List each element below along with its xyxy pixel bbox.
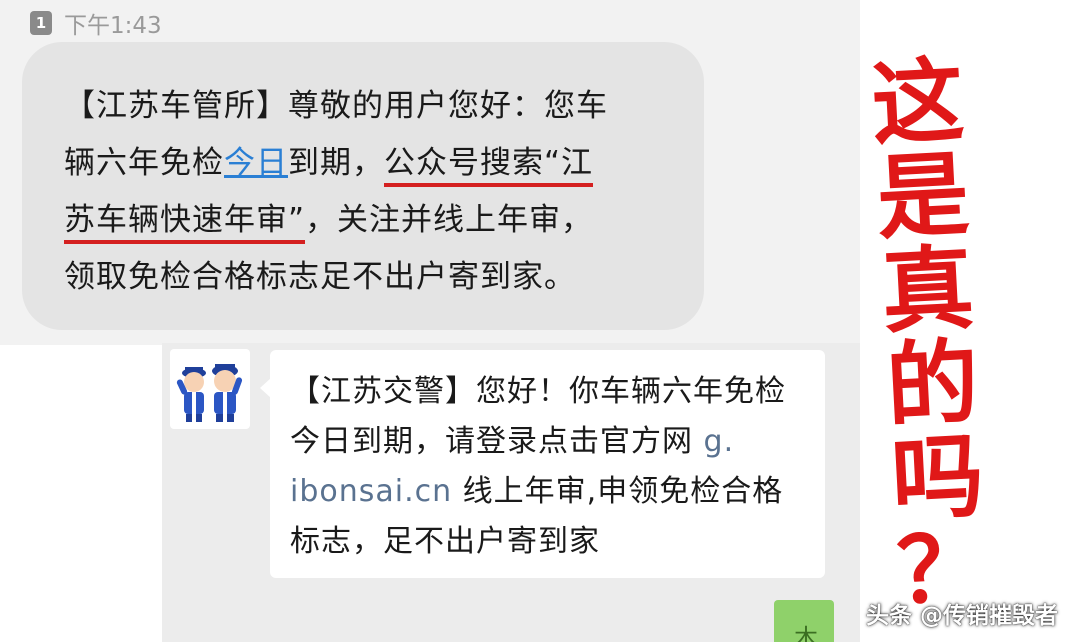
message-time: 下午1:43 xyxy=(64,13,162,39)
sms-text: ，关注并线上年审， xyxy=(305,202,594,238)
annotation-char: 真 xyxy=(878,233,977,347)
highlighted-text: 苏车辆快速年审” xyxy=(64,202,306,244)
watermark: 头条 @传销摧毁者 xyxy=(865,603,1058,629)
annotation-char: 吗 xyxy=(888,421,987,535)
sms-text: 辆六年免检 xyxy=(64,145,224,181)
chat-text: 线上年审,申领免检合格 xyxy=(452,474,784,509)
chat-message-text: 【江苏交警】您好！你车辆六年免检 今日到期，请登录点击官方网 g. ibonsa… xyxy=(290,367,820,567)
chat-text: 今日到期，请登录点击官方网 xyxy=(290,424,704,459)
sms-line-1: 【江苏车管所】尊敬的用户您好：您车 xyxy=(64,88,608,124)
chat-line-4: 标志，足不出户寄到家 xyxy=(290,524,600,559)
annotation-char: 的 xyxy=(883,327,982,441)
chat-line-3: ibonsai.cn 线上年审,申领免检合格 xyxy=(290,467,820,517)
url-link[interactable]: ibonsai.cn xyxy=(290,474,452,509)
sent-message-bubble[interactable]: 木 xyxy=(774,600,834,642)
police-officers-icon xyxy=(176,364,243,422)
message-timestamp-row: 1 下午1:43 xyxy=(30,6,162,40)
sms-line-3: 苏车辆快速年审”，关注并线上年审， xyxy=(64,192,674,249)
chat-line-1: 【江苏交警】您好！你车辆六年免检 xyxy=(290,374,786,409)
url-link[interactable]: g. xyxy=(704,424,735,459)
red-annotation: 这 是 真 的 吗 ？ xyxy=(855,45,1004,625)
date-link[interactable]: 今日 xyxy=(224,145,288,181)
composite-image: 1 下午1:43 【江苏车管所】尊敬的用户您好：您车 辆六年免检今日到期，公众号… xyxy=(0,0,1080,642)
sms-line-4: 领取免检合格标志足不出户寄到家。 xyxy=(64,259,576,295)
sms-text: 到期， xyxy=(288,145,384,181)
annotation-char: 这 xyxy=(869,45,967,159)
sender-avatar[interactable] xyxy=(170,349,250,429)
cropped-glyph: 木 xyxy=(794,624,818,642)
chat-line-2: 今日到期，请登录点击官方网 g. xyxy=(290,417,820,467)
highlighted-text: 公众号搜索“江 xyxy=(384,145,594,187)
sms-line-2: 辆六年免检今日到期，公众号搜索“江 xyxy=(64,135,674,192)
sim-card-icon: 1 xyxy=(30,11,52,35)
annotation-char: 是 xyxy=(873,139,972,253)
sms-message-text: 【江苏车管所】尊敬的用户您好：您车 辆六年免检今日到期，公众号搜索“江 苏车辆快… xyxy=(64,78,674,306)
